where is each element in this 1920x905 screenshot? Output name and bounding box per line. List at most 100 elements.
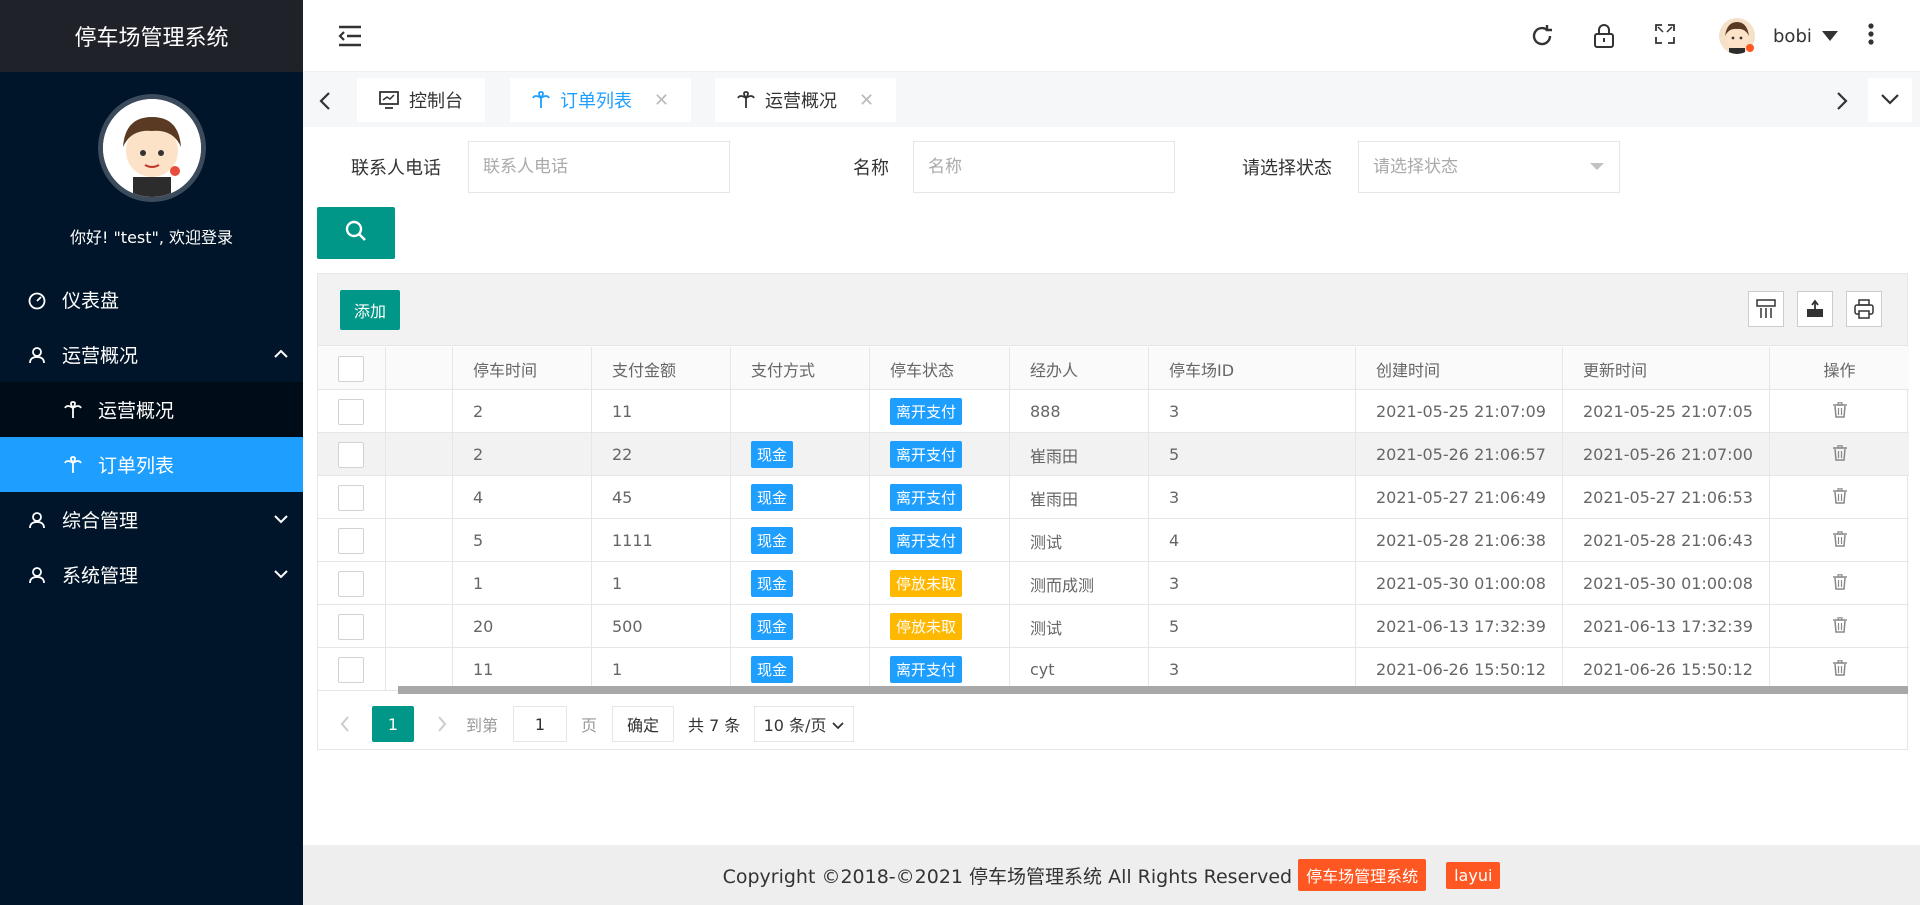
header-cell[interactable]: 更新时间 xyxy=(1563,347,1770,390)
table-cell-agent: 测而成测 xyxy=(1010,562,1149,605)
header-cell[interactable]: 支付金额 xyxy=(592,347,731,390)
table-row[interactable]: 11 1 现金 离开支付 cyt 3 2021-06-26 15:50:12 2021-06-… xyxy=(318,648,1909,691)
parking-status-cell: 停放未取 xyxy=(870,605,1010,648)
table-cell-agent: 测试 xyxy=(1010,605,1149,648)
sidebar-item-dashboard[interactable]: 仪表盘 xyxy=(0,272,303,327)
header-cell[interactable]: 创建时间 xyxy=(1356,347,1563,390)
chevron-down-icon xyxy=(273,510,289,532)
table-row[interactable]: 5 1111 现金 离开支付 测试 4 2021-05-28 21:06:38 2021-05… xyxy=(318,519,1909,562)
sidebar-item-label: 订单列表 xyxy=(98,455,175,477)
select-all-checkbox[interactable] xyxy=(338,355,364,382)
print-icon[interactable] xyxy=(1846,291,1882,327)
tab-order-list[interactable]: 订单列表 ✕ xyxy=(510,78,692,122)
table-cell-created: 2021-05-28 21:06:38 xyxy=(1356,519,1563,562)
search-button[interactable] xyxy=(317,207,395,259)
status-badge: 离开支付 xyxy=(890,527,963,554)
action-cell xyxy=(1770,562,1909,605)
chevron-down-icon xyxy=(273,565,289,587)
sidebar-item-general-management[interactable]: 综合管理 xyxy=(0,492,303,547)
table-cell-agent: 888 xyxy=(1010,390,1149,433)
goto-confirm-button[interactable]: 确定 xyxy=(612,706,674,742)
sidebar-subitem-order-list[interactable]: 订单列表 xyxy=(0,437,303,492)
payment-method-cell: 现金 xyxy=(731,605,870,648)
row-checkbox[interactable] xyxy=(338,656,364,683)
close-icon[interactable]: ✕ xyxy=(654,90,669,111)
user-avatar[interactable] xyxy=(97,94,206,202)
status-badge: 离开支付 xyxy=(890,656,963,683)
monitor-icon xyxy=(379,91,399,109)
footer-tag-system[interactable]: 停车场管理系统 xyxy=(1298,859,1427,891)
parking-status-cell: 离开支付 xyxy=(870,390,1010,433)
delete-icon[interactable] xyxy=(1832,616,1848,637)
user-menu[interactable]: bobi xyxy=(1719,18,1874,54)
row-blank-cell xyxy=(386,476,453,519)
chevron-up-icon xyxy=(273,345,289,367)
table-row[interactable]: 1 1 现金 停放未取 测而成测 3 2021-05-30 01:00:08 2021-05-… xyxy=(318,562,1909,605)
current-page[interactable]: 1 xyxy=(372,706,414,742)
table-row[interactable]: 2 22 现金 离开支付 崔雨田 5 2021-05-26 21:06:57 2021-05-… xyxy=(318,433,1909,476)
export-icon[interactable] xyxy=(1797,291,1833,327)
header-cell[interactable]: 支付方式 xyxy=(731,347,870,390)
tab-dashboard[interactable]: 控制台 xyxy=(357,78,485,122)
page-size-select[interactable]: 10 条/页 xyxy=(754,706,854,742)
prev-page-icon[interactable] xyxy=(335,706,355,742)
delete-icon[interactable] xyxy=(1832,401,1848,422)
palm-icon xyxy=(532,91,550,109)
tab-dropdown-button[interactable] xyxy=(1868,78,1912,122)
refresh-icon[interactable] xyxy=(1530,24,1554,53)
sidebar-toggle-icon[interactable] xyxy=(337,24,363,53)
delete-icon[interactable] xyxy=(1832,530,1848,551)
sidebar-item-label: 运营概况 xyxy=(98,400,175,422)
sidebar-subitem-operations-overview[interactable]: 运营概况 xyxy=(0,382,303,437)
table-row[interactable]: 20 500 现金 停放未取 测试 5 2021-06-13 17:32:39 2021-06… xyxy=(318,605,1909,648)
sidebar-item-label: 运营概况 xyxy=(62,345,139,367)
header-cell[interactable]: 停车时间 xyxy=(453,347,592,390)
lock-icon[interactable] xyxy=(1593,24,1615,53)
table-row[interactable]: 2 11 离开支付 888 3 2021-05-25 21:07:09 2021-05-25… xyxy=(318,390,1909,433)
tab-operations-overview[interactable]: 运营概况 ✕ xyxy=(715,78,897,122)
add-button[interactable]: 添加 xyxy=(340,290,400,330)
table-cell-updated: 2021-06-26 15:50:12 xyxy=(1563,648,1770,691)
row-checkbox[interactable] xyxy=(338,613,364,640)
footer-tag-layui[interactable]: layui xyxy=(1446,861,1501,889)
row-blank-cell xyxy=(386,605,453,648)
header-cell[interactable]: 停车状态 xyxy=(870,347,1010,390)
row-blank-cell xyxy=(386,519,453,562)
status-select[interactable] xyxy=(1358,141,1620,193)
goto-page-input[interactable]: 1 xyxy=(513,706,567,742)
row-checkbox[interactable] xyxy=(338,398,364,425)
columns-filter-icon[interactable] xyxy=(1748,291,1784,327)
row-checkbox[interactable] xyxy=(338,527,364,554)
tab-scroll-left-icon[interactable] xyxy=(310,86,340,116)
delete-icon[interactable] xyxy=(1832,659,1848,680)
delete-icon[interactable] xyxy=(1832,487,1848,508)
close-icon[interactable]: ✕ xyxy=(859,90,874,111)
app-logo-title: 停车场管理系统 xyxy=(0,0,303,72)
name-input[interactable] xyxy=(913,141,1175,193)
row-checkbox[interactable] xyxy=(338,441,364,468)
header-cell[interactable]: 停车场ID xyxy=(1149,347,1356,390)
row-checkbox[interactable] xyxy=(338,484,364,511)
top-header: bobi xyxy=(303,0,1920,72)
fullscreen-icon[interactable] xyxy=(1655,24,1675,49)
header-cell[interactable]: 经办人 xyxy=(1010,347,1149,390)
parking-status-cell: 离开支付 xyxy=(870,433,1010,476)
delete-icon[interactable] xyxy=(1832,573,1848,594)
row-select-cell xyxy=(318,390,386,433)
horizontal-scrollbar[interactable] xyxy=(398,686,1908,694)
next-page-icon[interactable] xyxy=(432,706,452,742)
more-vertical-icon[interactable] xyxy=(1868,22,1874,50)
phone-input[interactable] xyxy=(468,141,730,193)
row-checkbox[interactable] xyxy=(338,570,364,597)
table-row[interactable]: 4 45 现金 离开支付 崔雨田 3 2021-05-27 21:06:49 2021-05-… xyxy=(318,476,1909,519)
total-count: 共 7 条 xyxy=(688,716,741,735)
table-cell-agent: 崔雨田 xyxy=(1010,476,1149,519)
row-blank-cell xyxy=(386,433,453,476)
data-table-panel: 添加 停车时间 支付金额 支付方式 停车状态 经办人 停车场ID 创建时间 更新… xyxy=(317,273,1909,750)
footer: Copyright ©2018-©2021 停车场管理系统 All Rights… xyxy=(303,845,1920,905)
chevron-down-icon xyxy=(1880,90,1900,110)
tab-scroll-right-icon[interactable] xyxy=(1827,86,1857,116)
delete-icon[interactable] xyxy=(1832,444,1848,465)
sidebar-item-system-management[interactable]: 系统管理 xyxy=(0,547,303,602)
sidebar-item-operations[interactable]: 运营概况 xyxy=(0,327,303,382)
